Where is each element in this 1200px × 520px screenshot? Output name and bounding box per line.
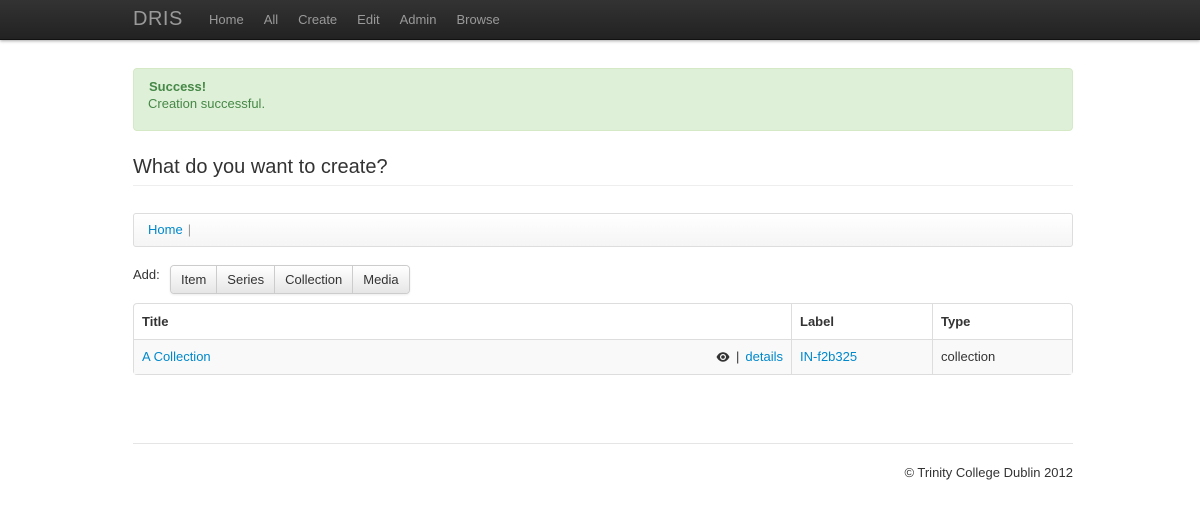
add-item-button[interactable]: Item <box>171 266 218 293</box>
nav-home[interactable]: Home <box>199 0 254 40</box>
alert-title: Success! <box>149 79 207 94</box>
nav-admin[interactable]: Admin <box>390 0 447 40</box>
column-header-title: Title <box>142 314 169 329</box>
brand-logo[interactable]: DRIS <box>133 8 183 31</box>
alert-message: Creation successful. <box>148 96 266 111</box>
label-cell: IN-f2b325 <box>791 339 932 374</box>
breadcrumb-home-link[interactable]: Home <box>148 222 183 237</box>
top-navbar: DRIS Home All Create Edit Admin Browse <box>0 0 1200 40</box>
success-alert: Success! Creation successful. <box>133 68 1073 131</box>
details-link[interactable]: details <box>745 348 783 366</box>
add-collection-button[interactable]: Collection <box>275 266 354 293</box>
nav-all[interactable]: All <box>254 0 288 40</box>
action-separator: | <box>736 349 740 364</box>
label-link[interactable]: IN-f2b325 <box>800 349 857 364</box>
nav-browse[interactable]: Browse <box>446 0 509 40</box>
title-divider <box>133 185 1073 186</box>
table-header-row: Title Label Type <box>134 304 1072 339</box>
page-title: What do you want to create? <box>133 156 388 178</box>
add-label: Add: <box>133 267 160 282</box>
column-header-type: Type <box>932 304 1072 339</box>
main-nav: Home All Create Edit Admin Browse <box>199 0 510 40</box>
title-cell: A Collection | details <box>134 339 791 374</box>
type-cell: collection <box>932 339 1072 374</box>
add-series-button[interactable]: Series <box>217 266 276 293</box>
footer-copyright: © Trinity College Dublin 2012 <box>904 465 1073 480</box>
breadcrumb: Home | <box>133 213 1073 247</box>
row-actions: | details <box>716 348 783 366</box>
footer-divider <box>133 443 1073 444</box>
eye-icon[interactable] <box>716 352 730 362</box>
collection-title-link[interactable]: A Collection <box>142 349 211 364</box>
add-toolbar: Add: Item Series Collection Media <box>133 265 1073 295</box>
breadcrumb-separator: | <box>187 222 192 237</box>
objects-table: Title Label Type A Collection | details <box>133 303 1073 375</box>
add-media-button[interactable]: Media <box>353 266 409 293</box>
nav-create[interactable]: Create <box>288 0 347 40</box>
add-button-group: Item Series Collection Media <box>170 265 410 294</box>
column-header-label: Label <box>791 304 932 339</box>
table-row: A Collection | details IN-f2b325 collect… <box>134 339 1072 374</box>
nav-edit[interactable]: Edit <box>347 0 389 40</box>
